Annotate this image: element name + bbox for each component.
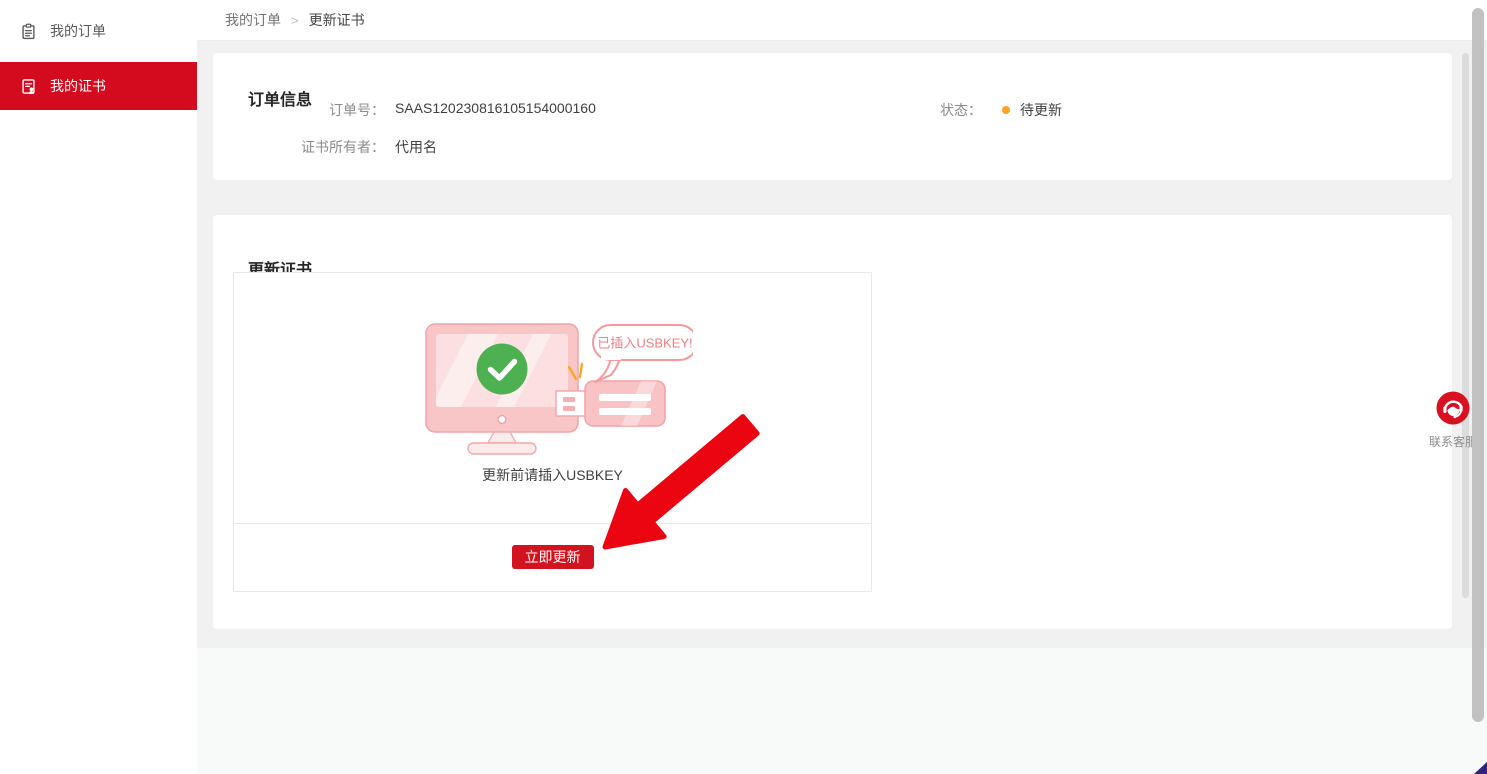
update-panel: 已插入USBKEY! 更新前请插入USBKEY 立即更新: [233, 272, 872, 592]
order-number-value: SAAS120230816105154000160: [395, 100, 596, 116]
breadcrumb: 我的订单 > 更新证书: [197, 0, 1487, 41]
usbkey-caption: 更新前请插入USBKEY: [482, 465, 623, 485]
update-now-button[interactable]: 立即更新: [512, 545, 594, 569]
button-section: 立即更新: [234, 524, 871, 590]
content-scrollbar[interactable]: [1462, 53, 1469, 598]
breadcrumb-separator-icon: >: [291, 13, 299, 28]
bubble-text: 已插入USBKEY!: [597, 336, 692, 351]
check-circle-icon: [476, 344, 527, 395]
sidebar: 我的订单 我的证书: [0, 0, 197, 774]
breadcrumb-my-orders[interactable]: 我的订单: [225, 10, 281, 30]
order-info-card: 订单信息 订单号： SAAS120230816105154000160 证书所有…: [213, 53, 1452, 180]
status-label: 状态：: [940, 100, 982, 120]
corner-widget: [1474, 762, 1487, 774]
update-certificate-card: 更新证书: [213, 215, 1452, 629]
owner-label: 证书所有者：: [225, 137, 385, 157]
owner-value: 代用名: [395, 137, 437, 157]
status-dot: [1002, 106, 1010, 114]
status-badge: 待更新: [1020, 100, 1062, 120]
breadcrumb-current: 更新证书: [309, 10, 365, 30]
certificate-update-page: 我的订单 我的证书 我的订单 > 更新证书 订单信息 订单号： SAAS1202…: [0, 0, 1487, 774]
page-scrollbar[interactable]: [1472, 8, 1484, 722]
sidebar-item-label: 我的证书: [50, 76, 106, 96]
usbkey-illustration: 已插入USBKEY!: [413, 317, 693, 457]
illustration-section: 已插入USBKEY! 更新前请插入USBKEY: [234, 273, 871, 524]
certificate-icon: [20, 78, 37, 95]
sidebar-item-label: 我的订单: [50, 21, 106, 41]
order-number-label: 订单号：: [225, 100, 385, 120]
sidebar-item-my-orders[interactable]: 我的订单: [0, 8, 197, 54]
sidebar-item-my-certificates[interactable]: 我的证书: [0, 62, 197, 110]
status-field: 状态： 待更新: [940, 100, 1062, 120]
customer-service-icon[interactable]: [1436, 391, 1470, 425]
orders-icon: [20, 23, 37, 40]
